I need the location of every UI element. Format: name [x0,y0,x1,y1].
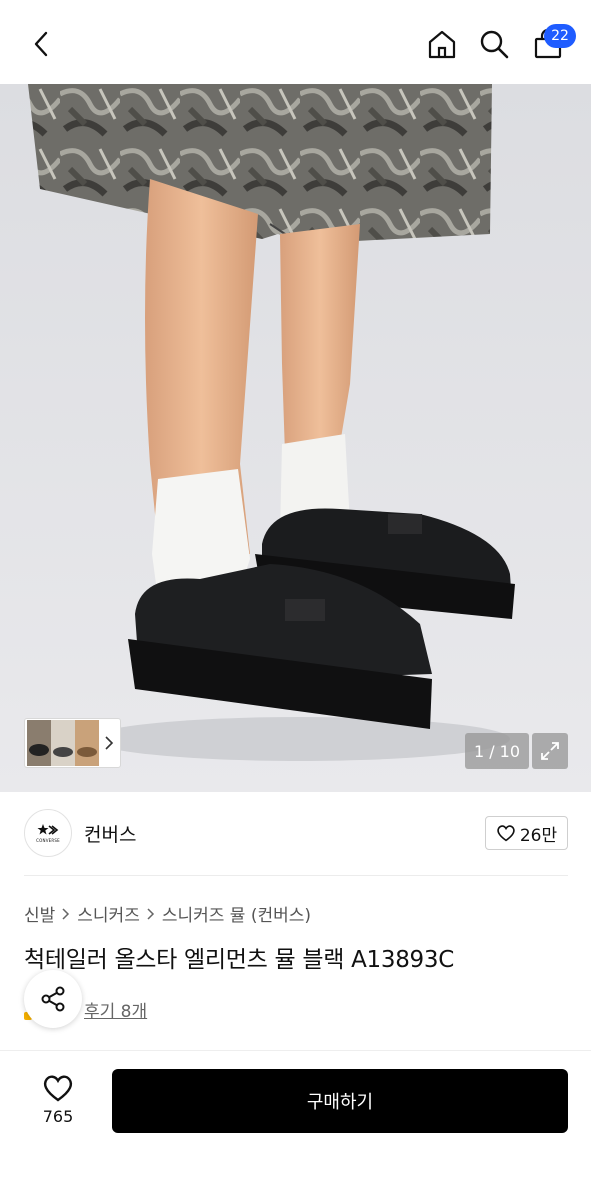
search-button[interactable] [476,26,512,62]
breadcrumb-item[interactable]: 스니커즈 [77,901,140,926]
buy-button[interactable]: 구매하기 [112,1069,568,1133]
home-button[interactable] [424,26,460,62]
home-icon [428,30,456,59]
brand-like-count: 26만 [519,825,558,846]
brand-row: CONVERSE 컨버스 26만 [0,792,591,876]
thumbnail-image[interactable] [27,720,99,766]
heart-icon [497,825,515,842]
image-counter: 1 / 10 [465,733,529,769]
review-link[interactable]: 후기 8개 [84,997,147,1022]
product-image-gallery[interactable]: 1 / 10 [0,84,591,792]
converse-star-chevron-icon [37,824,59,835]
breadcrumb: 신발 스니커즈 스니커즈 뮬 (컨버스) [24,901,311,926]
chevron-right-icon [147,907,154,920]
brand-logo[interactable]: CONVERSE [24,809,72,857]
product-photo [0,84,591,792]
expand-icon [541,742,559,760]
brand-logo-text: CONVERSE [36,838,60,843]
breadcrumb-item[interactable]: 스니커즈 뮬 (컨버스) [162,901,311,926]
bottom-action-bar: 765 구매하기 [0,1050,591,1200]
brand-like-button[interactable]: 26만 [485,816,568,850]
wishlist-count: 765 [42,1107,74,1126]
thumbnail-next-button[interactable] [99,720,119,766]
expand-button[interactable] [532,733,568,769]
top-nav-bar: 22 [0,0,591,84]
back-button[interactable] [24,26,60,62]
divider [24,875,568,876]
thumbnail-strip[interactable] [24,718,121,768]
wishlist-button[interactable]: 765 [30,1073,86,1126]
search-icon [480,30,509,59]
heart-icon [43,1075,73,1102]
cart-count-badge: 22 [544,24,576,48]
back-arrow-icon [34,31,48,57]
share-button[interactable] [24,970,82,1028]
chevron-right-icon [105,736,114,750]
breadcrumb-item[interactable]: 신발 [24,901,55,926]
product-title: 척테일러 올스타 엘리먼츠 뮬 블랙 A13893C [24,947,454,973]
share-icon [41,986,65,1012]
chevron-right-icon [62,907,70,920]
brand-name[interactable]: 컨버스 [84,820,136,847]
